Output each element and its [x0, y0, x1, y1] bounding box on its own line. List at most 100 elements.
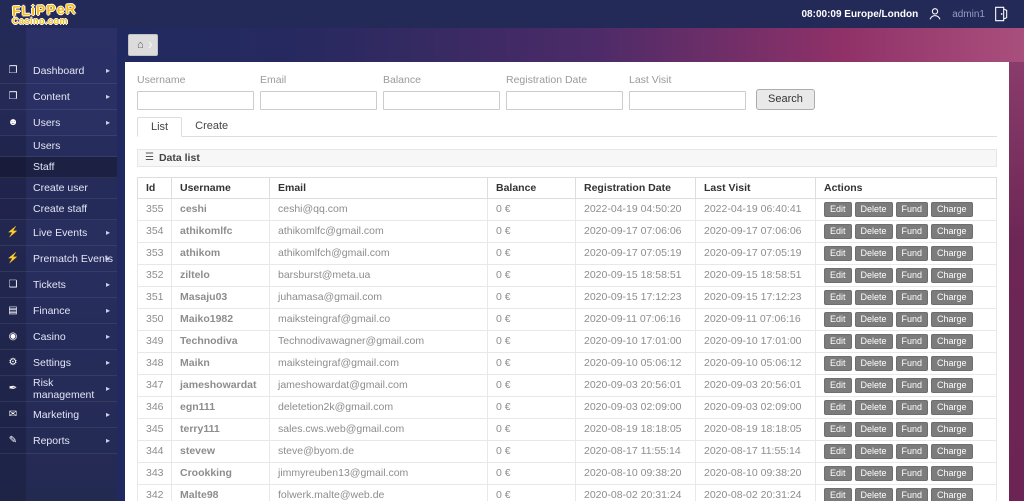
delete-button[interactable]: Delete — [854, 201, 893, 217]
edit-button[interactable]: Edit — [824, 465, 852, 481]
edit-button[interactable]: Edit — [824, 333, 852, 349]
charge-button[interactable]: Charge — [931, 289, 973, 305]
fund-button[interactable]: Fund — [895, 421, 929, 437]
sidebar-item-label: Risk management — [33, 376, 95, 401]
edit-button[interactable]: Edit — [824, 201, 852, 217]
delete-button[interactable]: Delete — [854, 245, 893, 261]
sidebar-item-staff[interactable]: Staff — [0, 157, 117, 178]
charge-button[interactable]: Charge — [931, 355, 973, 371]
document-icon: ❏ — [8, 279, 18, 290]
sidebar-item-reports[interactable]: ✎ Reports ▸ — [0, 428, 117, 454]
edit-button[interactable]: Edit — [824, 377, 852, 393]
delete-button[interactable]: Delete — [854, 267, 893, 283]
edit-button[interactable]: Edit — [824, 443, 852, 459]
cell-balance: 0 € — [487, 241, 576, 265]
edit-button[interactable]: Edit — [824, 267, 852, 283]
delete-button[interactable]: Delete — [854, 333, 893, 349]
fund-button[interactable]: Fund — [895, 201, 929, 217]
cell-actions: Edit Delete Fund Charge — [815, 329, 997, 353]
delete-button[interactable]: Delete — [854, 465, 893, 481]
charge-button[interactable]: Charge — [931, 201, 973, 217]
tab-list[interactable]: List — [137, 116, 183, 137]
filter-field-last-visit: Last Visit — [629, 74, 746, 110]
charge-button[interactable]: Charge — [931, 399, 973, 415]
sidebar-item-dashboard[interactable]: ❐ Dashboard ▸ — [0, 58, 117, 84]
edit-button[interactable]: Edit — [824, 421, 852, 437]
table-row: 355 ceshi ceshi@qq.com 0 €2022-04-19 04:50:… — [137, 197, 997, 221]
charge-button[interactable]: Charge — [931, 245, 973, 261]
search-button[interactable]: Search — [756, 88, 815, 110]
sidebar-item-create-staff[interactable]: Create staff — [0, 199, 117, 220]
sidebar-item-risk-management[interactable]: ✒ Risk management ▸ — [0, 376, 117, 402]
tab-create[interactable]: Create — [182, 117, 241, 136]
fund-button[interactable]: Fund — [895, 289, 929, 305]
cell-registration_date: 2020-08-10 09:38:20 — [575, 461, 696, 485]
fund-button[interactable]: Fund — [895, 465, 929, 481]
delete-button[interactable]: Delete — [854, 399, 893, 415]
banknote-icon: ▤ — [8, 305, 18, 316]
delete-button[interactable]: Delete — [854, 487, 893, 501]
fund-button[interactable]: Fund — [895, 399, 929, 415]
charge-button[interactable]: Charge — [931, 333, 973, 349]
column-header-actions: Actions — [815, 176, 997, 199]
filter-input-balance[interactable] — [383, 90, 500, 110]
sidebar-item-settings[interactable]: ⚙ Settings ▸ — [0, 350, 117, 376]
table-body: 355 ceshi ceshi@qq.com 0 €2022-04-19 04:50:… — [137, 197, 997, 501]
charge-button[interactable]: Charge — [931, 377, 973, 393]
filter-input-registration-date[interactable] — [506, 90, 623, 110]
sidebar-item-marketing[interactable]: ✉ Marketing ▸ — [0, 402, 117, 428]
sidebar-item-finance[interactable]: ▤ Finance ▸ — [0, 298, 117, 324]
fund-button[interactable]: Fund — [895, 267, 929, 283]
edit-button[interactable]: Edit — [824, 289, 852, 305]
charge-button[interactable]: Charge — [931, 421, 973, 437]
charge-button[interactable]: Charge — [931, 267, 973, 283]
cell-username: terry111 — [171, 417, 270, 441]
fund-button[interactable]: Fund — [895, 311, 929, 327]
breadcrumb-home-button[interactable]: ⌂ › — [128, 34, 158, 56]
edit-button[interactable]: Edit — [824, 311, 852, 327]
delete-button[interactable]: Delete — [854, 355, 893, 371]
delete-button[interactable]: Delete — [854, 421, 893, 437]
edit-button[interactable]: Edit — [824, 223, 852, 239]
filter-label-last-visit: Last Visit — [629, 74, 672, 86]
sidebar-item-content[interactable]: ❐ Content ▸ — [0, 84, 117, 110]
sidebar-item-label: Tickets — [33, 278, 66, 291]
fund-button[interactable]: Fund — [895, 333, 929, 349]
charge-button[interactable]: Charge — [931, 311, 973, 327]
charge-button[interactable]: Charge — [931, 223, 973, 239]
admin-username[interactable]: admin1 — [952, 9, 985, 20]
fund-button[interactable]: Fund — [895, 223, 929, 239]
edit-button[interactable]: Edit — [824, 487, 852, 501]
edit-button[interactable]: Edit — [824, 245, 852, 261]
sidebar-item-users[interactable]: ☻ Users ▸ — [0, 110, 117, 136]
fund-button[interactable]: Fund — [895, 245, 929, 261]
delete-button[interactable]: Delete — [854, 311, 893, 327]
delete-button[interactable]: Delete — [854, 223, 893, 239]
logout-icon[interactable] — [994, 6, 1008, 22]
sidebar-item-live-events[interactable]: ⚡ Live Events ▸ — [0, 220, 117, 246]
charge-button[interactable]: Charge — [931, 443, 973, 459]
charge-button[interactable]: Charge — [931, 487, 973, 501]
edit-button[interactable]: Edit — [824, 399, 852, 415]
sidebar-item-tickets[interactable]: ❏ Tickets ▸ — [0, 272, 117, 298]
charge-button[interactable]: Charge — [931, 465, 973, 481]
delete-button[interactable]: Delete — [854, 289, 893, 305]
filter-input-username[interactable] — [137, 90, 254, 110]
fund-button[interactable]: Fund — [895, 355, 929, 371]
fund-button[interactable]: Fund — [895, 487, 929, 501]
edit-button[interactable]: Edit — [824, 355, 852, 371]
delete-button[interactable]: Delete — [854, 443, 893, 459]
cell-username: egn111 — [171, 395, 270, 419]
sidebar-item-users[interactable]: Users — [0, 136, 117, 157]
logo[interactable]: FLiPPeR Casino.com — [0, 1, 117, 26]
cell-balance: 0 € — [487, 219, 576, 243]
sidebar-item-casino[interactable]: ◉ Casino ▸ — [0, 324, 117, 350]
fund-button[interactable]: Fund — [895, 377, 929, 393]
sidebar-item-prematch-events[interactable]: ⚡ Prematch Events ▸ — [0, 246, 117, 272]
sidebar-item-create-user[interactable]: Create user — [0, 178, 117, 199]
fund-button[interactable]: Fund — [895, 443, 929, 459]
delete-button[interactable]: Delete — [854, 377, 893, 393]
cell-balance: 0 € — [487, 307, 576, 331]
filter-input-email[interactable] — [260, 90, 377, 110]
filter-input-last-visit[interactable] — [629, 90, 746, 110]
